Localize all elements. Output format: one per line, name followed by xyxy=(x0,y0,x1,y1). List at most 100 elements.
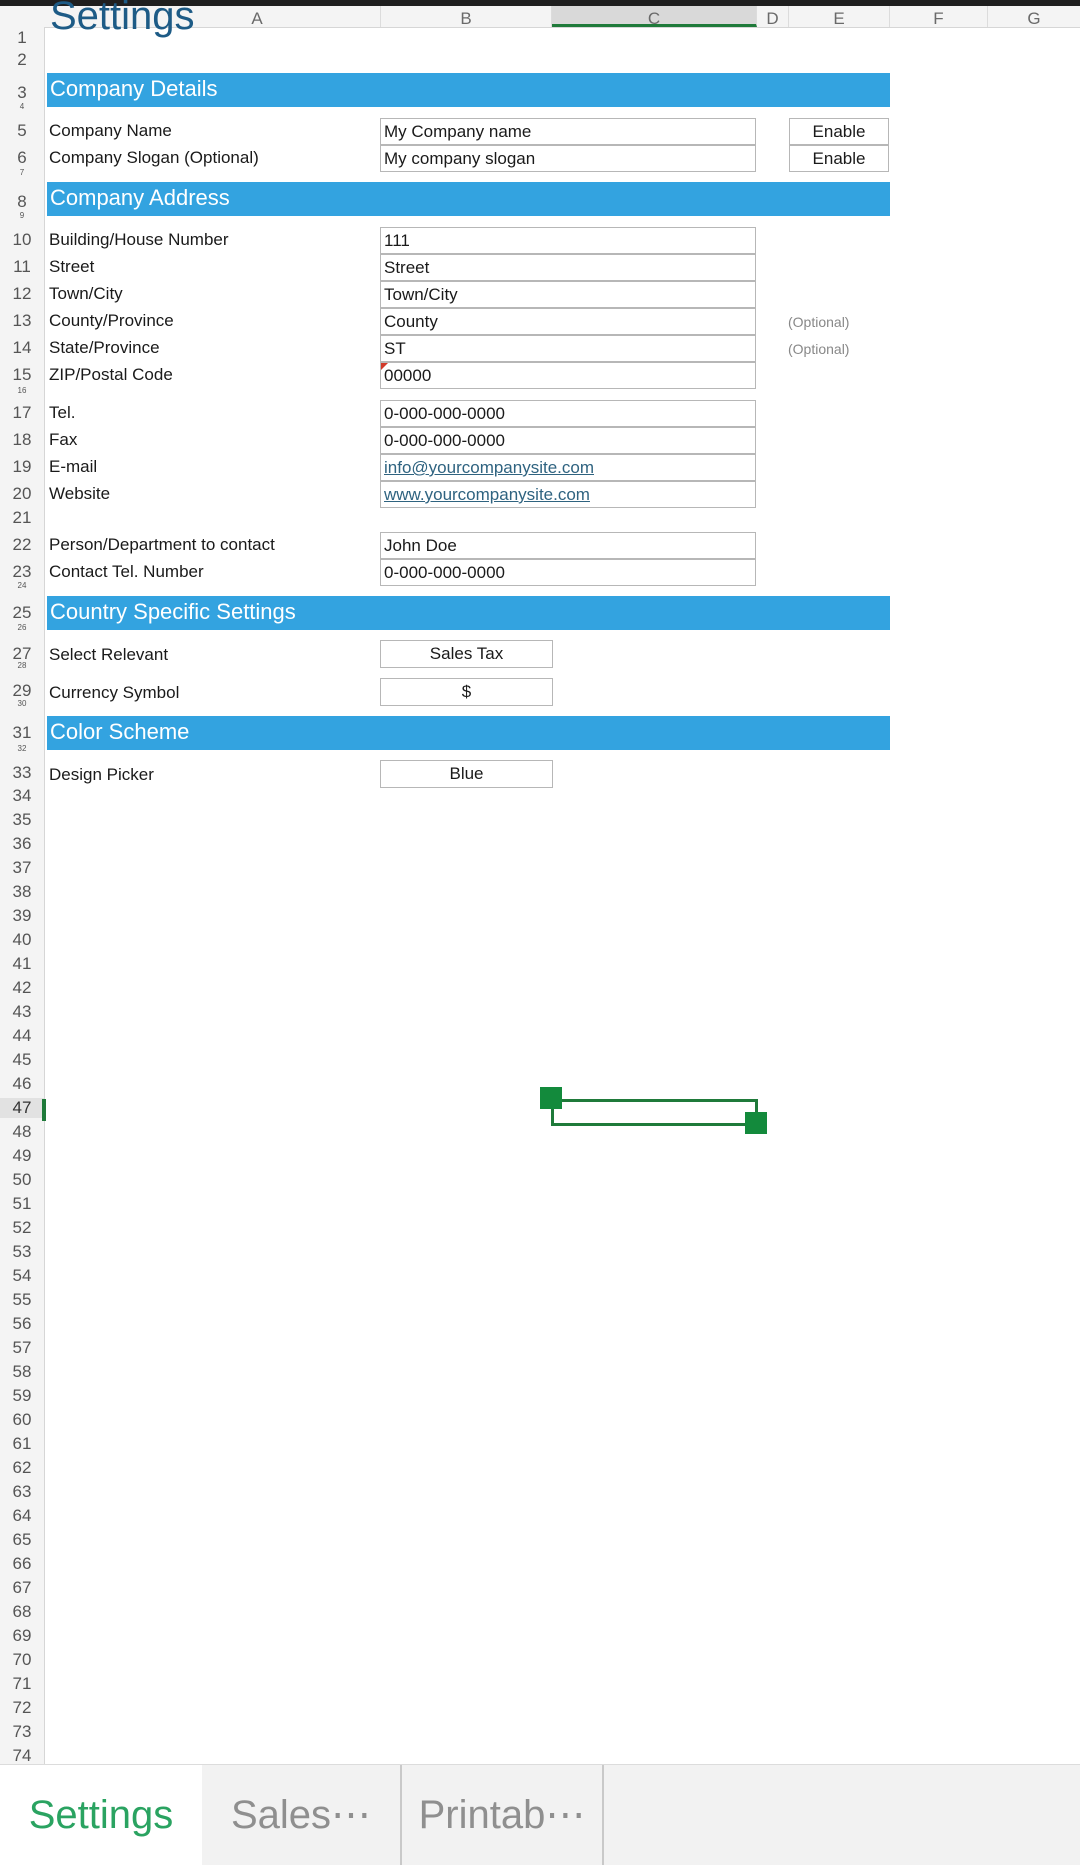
row-header[interactable]: 37 xyxy=(0,858,44,878)
row-header[interactable]: 66 xyxy=(0,1554,44,1574)
contact-person-field[interactable]: John Doe xyxy=(380,532,756,559)
row-header[interactable]: 48 xyxy=(0,1122,44,1142)
row-header[interactable]: 71 xyxy=(0,1674,44,1694)
row-header[interactable]: 6 xyxy=(0,148,44,168)
company-slogan-label[interactable]: Company Slogan (Optional) xyxy=(49,147,259,169)
row-header[interactable]: 63 xyxy=(0,1482,44,1502)
tel-label[interactable]: Tel. xyxy=(49,402,75,424)
row-header[interactable]: 10 xyxy=(0,230,44,250)
tab-settings[interactable]: Settings xyxy=(0,1765,202,1865)
contact-tel-label[interactable]: Contact Tel. Number xyxy=(49,561,204,583)
row-header[interactable]: 25 xyxy=(0,603,44,623)
row-header[interactable]: 49 xyxy=(0,1146,44,1166)
row-header[interactable]: 34 xyxy=(0,786,44,806)
row-header[interactable]: 60 xyxy=(0,1410,44,1430)
row-header[interactable]: 7 xyxy=(0,169,44,177)
building-number-field[interactable]: 111 xyxy=(380,227,756,254)
row-header[interactable]: 59 xyxy=(0,1386,44,1406)
row-header[interactable]: 57 xyxy=(0,1338,44,1358)
row-header[interactable]: 72 xyxy=(0,1698,44,1718)
row-header[interactable]: 30 xyxy=(0,700,44,708)
column-header-e[interactable]: E xyxy=(789,6,890,28)
row-header[interactable]: 12 xyxy=(0,284,44,304)
street-field[interactable]: Street xyxy=(380,254,756,281)
company-slogan-enable-toggle[interactable]: Enable xyxy=(789,145,889,172)
section-color-scheme[interactable]: Color Scheme xyxy=(47,716,890,750)
row-header[interactable]: 43 xyxy=(0,1002,44,1022)
column-header-b[interactable]: B xyxy=(381,6,552,28)
company-name-enable-toggle[interactable]: Enable xyxy=(789,118,889,145)
row-header[interactable]: 32 xyxy=(0,745,44,753)
row-header[interactable]: 62 xyxy=(0,1458,44,1478)
row-header[interactable]: 65 xyxy=(0,1530,44,1550)
row-header[interactable]: 4 xyxy=(0,103,44,111)
fax-label[interactable]: Fax xyxy=(49,429,77,451)
row-header[interactable]: 23 xyxy=(0,562,44,582)
row-header[interactable]: 2 xyxy=(0,50,44,70)
row-header[interactable]: 36 xyxy=(0,834,44,854)
email-label[interactable]: E-mail xyxy=(49,456,97,478)
row-header[interactable]: 50 xyxy=(0,1170,44,1190)
row-header[interactable]: 3 xyxy=(0,83,44,103)
row-header[interactable]: 21 xyxy=(0,508,44,528)
state-province-field[interactable]: ST xyxy=(380,335,756,362)
row-header[interactable]: 46 xyxy=(0,1074,44,1094)
active-cell-selection[interactable] xyxy=(551,1099,758,1126)
column-header-g[interactable]: G xyxy=(988,6,1080,28)
row-header[interactable]: 26 xyxy=(0,624,44,632)
company-name-field[interactable]: My Company name xyxy=(380,118,756,145)
row-header[interactable]: 51 xyxy=(0,1194,44,1214)
row-header[interactable]: 28 xyxy=(0,662,44,670)
row-header[interactable]: 35 xyxy=(0,810,44,830)
company-slogan-field[interactable]: My company slogan xyxy=(380,145,756,172)
selection-start-handle[interactable] xyxy=(540,1087,562,1109)
section-country-settings[interactable]: Country Specific Settings xyxy=(47,596,890,630)
email-link-field[interactable]: info@yourcompanysite.com xyxy=(380,454,756,481)
row-header[interactable]: 40 xyxy=(0,930,44,950)
building-number-label[interactable]: Building/House Number xyxy=(49,229,229,251)
county-province-field[interactable]: County xyxy=(380,308,756,335)
row-header[interactable]: 61 xyxy=(0,1434,44,1454)
row-header[interactable]: 24 xyxy=(0,582,44,590)
row-header[interactable]: 55 xyxy=(0,1290,44,1310)
design-picker-label[interactable]: Design Picker xyxy=(49,764,154,786)
row-header[interactable]: 8 xyxy=(0,192,44,212)
row-header[interactable]: 33 xyxy=(0,763,44,783)
row-header[interactable]: 11 xyxy=(0,257,44,277)
county-province-label[interactable]: County/Province xyxy=(49,310,174,332)
street-label[interactable]: Street xyxy=(49,256,94,278)
contact-person-label[interactable]: Person/Department to contact xyxy=(49,534,275,556)
row-header[interactable]: 19 xyxy=(0,457,44,477)
row-header[interactable]: 56 xyxy=(0,1314,44,1334)
selection-end-handle[interactable] xyxy=(745,1112,767,1134)
currency-symbol-dropdown[interactable]: $ xyxy=(380,678,553,706)
town-city-label[interactable]: Town/City xyxy=(49,283,123,305)
tab-printable[interactable]: Printab⋯ xyxy=(402,1765,604,1865)
row-header[interactable]: 52 xyxy=(0,1218,44,1238)
column-header-f[interactable]: F xyxy=(890,6,988,28)
currency-symbol-label[interactable]: Currency Symbol xyxy=(49,682,179,704)
row-header[interactable]: 16 xyxy=(0,387,44,395)
row-header[interactable]: 69 xyxy=(0,1626,44,1646)
company-name-label[interactable]: Company Name xyxy=(49,120,172,142)
row-header[interactable]: 74 xyxy=(0,1746,44,1764)
zip-postal-field[interactable]: 00000 xyxy=(380,362,756,389)
row-header[interactable]: 9 xyxy=(0,212,44,220)
row-header[interactable]: 67 xyxy=(0,1578,44,1598)
row-header[interactable]: 54 xyxy=(0,1266,44,1286)
row-header-active[interactable]: 47 xyxy=(0,1098,44,1118)
town-city-field[interactable]: Town/City xyxy=(380,281,756,308)
row-header[interactable]: 38 xyxy=(0,882,44,902)
row-header[interactable]: 18 xyxy=(0,430,44,450)
section-company-details[interactable]: Company Details xyxy=(47,73,890,107)
section-company-address[interactable]: Company Address xyxy=(47,182,890,216)
row-header[interactable]: 64 xyxy=(0,1506,44,1526)
row-header[interactable]: 13 xyxy=(0,311,44,331)
row-header[interactable]: 41 xyxy=(0,954,44,974)
website-label[interactable]: Website xyxy=(49,483,110,505)
design-picker-dropdown[interactable]: Blue xyxy=(380,760,553,788)
row-header[interactable]: 45 xyxy=(0,1050,44,1070)
tab-sales[interactable]: Sales⋯ xyxy=(202,1765,402,1865)
website-link-field[interactable]: www.yourcompanysite.com xyxy=(380,481,756,508)
row-header[interactable]: 70 xyxy=(0,1650,44,1670)
